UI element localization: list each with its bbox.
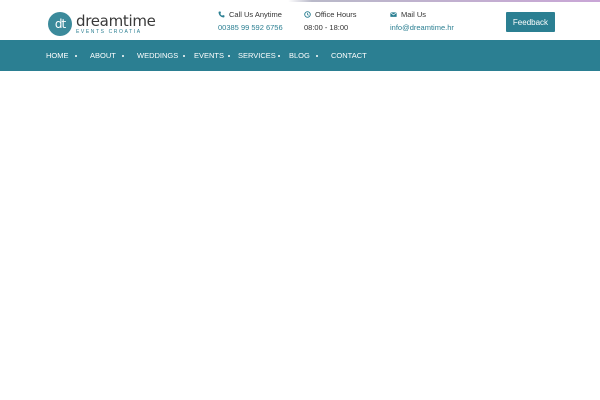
nav-separator-dot <box>122 55 124 57</box>
site-header: dt dreamtime EVENTS CROATIA Call Us Anyt… <box>0 2 600 40</box>
brand-tagline: EVENTS CROATIA <box>76 28 142 35</box>
email-link[interactable]: info@dreamtime.hr <box>390 23 454 32</box>
phone-number-link[interactable]: 00385 99 592 6756 <box>218 23 283 32</box>
nav-separator-dot <box>75 55 77 57</box>
contact-phone-head: Call Us Anytime <box>218 10 283 19</box>
brand-name: dreamtime <box>76 11 156 30</box>
nav-separator-dot <box>228 55 230 57</box>
logo-text: dreamtime EVENTS CROATIA <box>76 11 156 35</box>
contact-hours-head: Office Hours <box>304 10 357 19</box>
nav-item-blog[interactable]: BLOG <box>289 40 310 71</box>
contact-mail-head: Mail Us <box>390 10 454 19</box>
feedback-button[interactable]: Feedback <box>506 12 555 32</box>
nav-separator-dot <box>316 55 318 57</box>
nav-separator-dot <box>278 55 280 57</box>
nav-item-weddings[interactable]: WEDDINGS <box>137 40 178 71</box>
clock-icon <box>304 11 311 18</box>
contact-phone: Call Us Anytime 00385 99 592 6756 <box>218 10 283 32</box>
logo-mark: dt <box>48 12 72 36</box>
envelope-icon <box>390 12 397 17</box>
contact-hours: Office Hours 08:00 - 18:00 <box>304 10 357 32</box>
contact-hours-label: Office Hours <box>315 10 357 19</box>
logo[interactable]: dt dreamtime EVENTS CROATIA <box>48 11 156 37</box>
nav-item-contact[interactable]: CONTACT <box>331 40 367 71</box>
nav-separator-dot <box>183 55 185 57</box>
nav-item-events[interactable]: EVENTS <box>194 40 224 71</box>
contact-phone-label: Call Us Anytime <box>229 10 282 19</box>
nav-item-home[interactable]: HOME <box>46 40 69 71</box>
main-navigation: HOME ABOUT WEDDINGS EVENTS SERVICES BLOG… <box>0 40 600 71</box>
office-hours-value: 08:00 - 18:00 <box>304 23 349 32</box>
contact-mail: Mail Us info@dreamtime.hr <box>390 10 454 32</box>
phone-icon <box>218 11 225 18</box>
page-content-area <box>0 71 600 400</box>
contact-mail-label: Mail Us <box>401 10 427 19</box>
nav-item-about[interactable]: ABOUT <box>90 40 116 71</box>
nav-item-services[interactable]: SERVICES <box>238 40 276 71</box>
